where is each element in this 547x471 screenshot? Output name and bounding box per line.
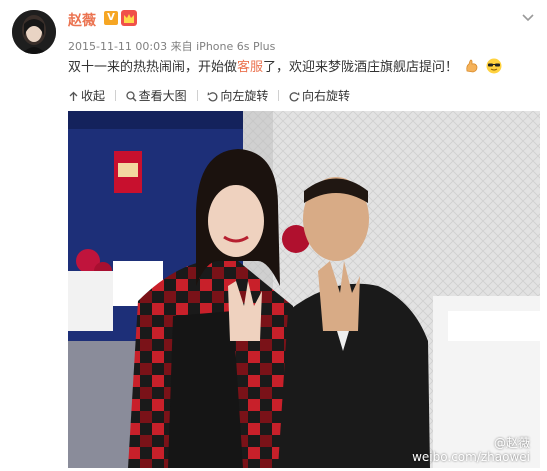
rotate-right-icon	[289, 92, 300, 102]
toolbar-divider	[196, 90, 198, 101]
rotate-left-label: 向左旋转	[220, 89, 269, 103]
rotate-left-button[interactable]: 向左旋转	[207, 87, 268, 104]
collapse-icon	[69, 91, 78, 101]
post-meta: 2015-11-11 00:03 来自 iPhone 6s Plus	[68, 38, 275, 54]
watermark-url: weibo.com/zhaowei	[412, 450, 530, 464]
collapse-button[interactable]: 收起	[68, 87, 105, 104]
view-large-label: 查看大图	[138, 89, 187, 103]
collapse-label: 收起	[81, 89, 106, 103]
toolbar-divider	[278, 90, 280, 101]
sunglasses-emoji-icon	[486, 58, 502, 74]
post-text: 双十一来的热热闹闹，开始做客服了，欢迎来梦陇酒庄旗舰店提问！	[68, 58, 502, 77]
weibo-post: 赵薇 V 2015-11-11 00:03 来自 iPhone 6s Plus …	[0, 0, 547, 471]
image-toolbar: 收起 查看大图 向左旋转 向右旋转	[68, 87, 354, 104]
post-text-highlight[interactable]: 客服	[237, 60, 263, 75]
post-source[interactable]: iPhone 6s Plus	[196, 40, 275, 53]
vip-crown-icon	[121, 10, 137, 26]
post-timestamp[interactable]: 2015-11-11 00:03	[68, 40, 167, 53]
magnifier-icon	[126, 91, 137, 102]
author-name[interactable]: 赵薇	[68, 10, 96, 30]
verified-badge-icon: V	[104, 11, 118, 25]
toolbar-divider	[114, 90, 116, 101]
source-prefix: 来自	[170, 40, 193, 53]
watermark-handle: @赵薇	[493, 436, 530, 450]
view-large-button[interactable]: 查看大图	[126, 87, 187, 104]
rotate-right-label: 向右旋转	[302, 89, 351, 103]
photo-illustration	[68, 111, 540, 468]
photo-watermark: @赵薇 weibo.com/zhaowei	[412, 436, 530, 464]
post-photo[interactable]: @赵薇 weibo.com/zhaowei	[68, 111, 540, 468]
muscle-emoji-icon	[464, 58, 480, 74]
chevron-down-icon[interactable]	[521, 10, 535, 24]
avatar[interactable]	[12, 10, 56, 54]
post-text-part: 双十一来的热热闹闹，开始做	[68, 60, 238, 75]
post-text-part: 了，欢迎来梦陇酒庄旗舰店提问！	[263, 60, 459, 75]
rotate-left-icon	[207, 92, 218, 102]
rotate-right-button[interactable]: 向右旋转	[289, 87, 350, 104]
